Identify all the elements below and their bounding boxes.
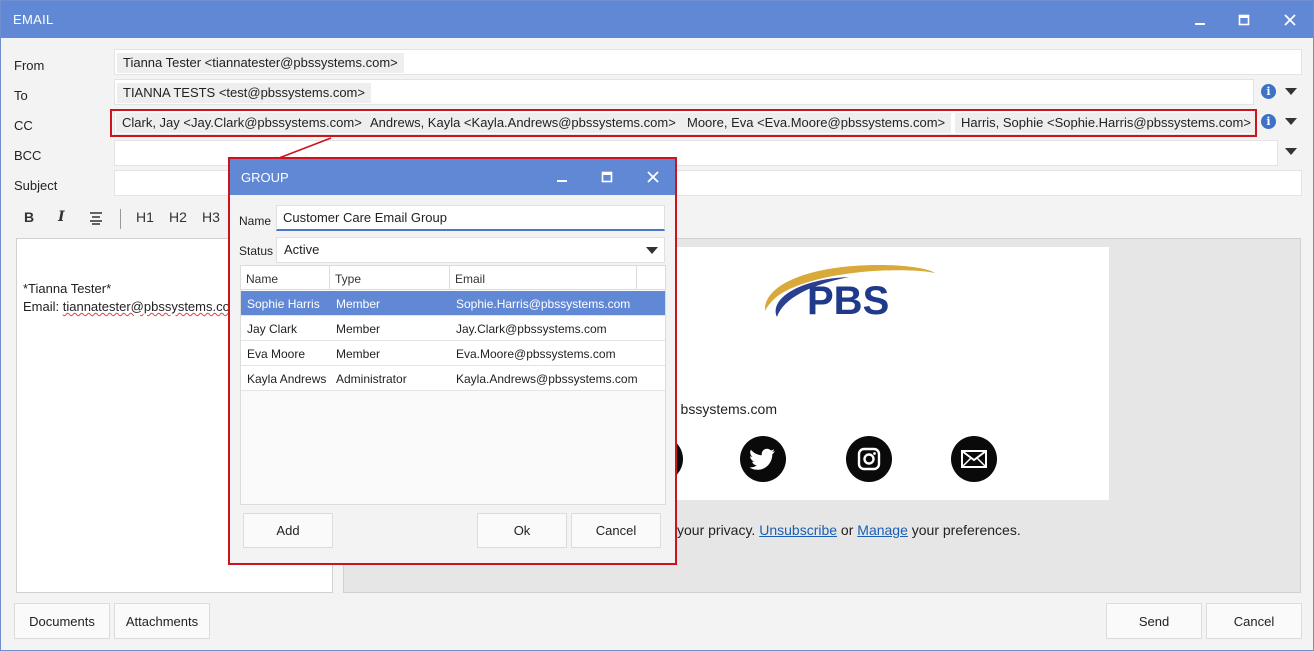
group-title-bar: GROUP	[230, 159, 675, 195]
table-row[interactable]: Sophie Harris Member Sophie.Harris@pbssy…	[241, 291, 665, 316]
group-dialog: GROUP Name Customer Care Email Group Sta…	[228, 157, 677, 565]
column-header-name[interactable]: Name	[246, 272, 278, 286]
bold-button[interactable]: B	[24, 209, 34, 225]
editor-line-name: *Tianna Tester*	[23, 281, 112, 296]
preview-email-fragment: bssystems.com	[680, 401, 777, 417]
row-email: Jay.Clark@pbssystems.com	[456, 322, 607, 336]
subject-label: Subject	[14, 178, 58, 193]
to-dropdown-icon[interactable]	[1285, 88, 1297, 95]
documents-button[interactable]: Documents	[14, 603, 110, 639]
group-name-input[interactable]: Customer Care Email Group	[276, 205, 665, 231]
cancel-button[interactable]: Cancel	[1206, 603, 1302, 639]
group-close-icon[interactable]	[642, 166, 664, 188]
to-label: To	[14, 88, 28, 103]
grid-header: Name Type Email	[241, 266, 665, 290]
group-name-value: Customer Care Email Group	[283, 210, 447, 225]
to-chip[interactable]: TIANNA TESTS <test@pbssystems.com>	[117, 83, 371, 103]
column-header-type[interactable]: Type	[335, 272, 361, 286]
pbs-logo: PBS	[764, 265, 935, 323]
maximize-icon[interactable]	[1233, 9, 1255, 31]
h2-button[interactable]: H2	[169, 209, 187, 225]
row-type: Member	[336, 347, 381, 361]
group-minimize-icon[interactable]	[551, 166, 573, 188]
column-separator	[449, 266, 450, 290]
row-name: Jay Clark	[247, 322, 298, 336]
from-chip[interactable]: Tianna Tester <tiannatester@pbssystems.c…	[117, 53, 404, 73]
editor-email-value: tiannatester@pbssystems.co	[62, 299, 230, 314]
to-field[interactable]: TIANNA TESTS <test@pbssystems.com>	[114, 79, 1254, 105]
status-dropdown-icon[interactable]	[646, 247, 658, 254]
align-center-icon[interactable]	[89, 211, 103, 228]
group-maximize-icon[interactable]	[596, 166, 618, 188]
group-name-label: Name	[239, 214, 272, 228]
cc-dropdown-icon[interactable]	[1285, 118, 1297, 125]
mail-icon[interactable]	[951, 436, 997, 482]
table-row[interactable]: Jay Clark Member Jay.Clark@pbssystems.co…	[241, 316, 665, 341]
row-type: Member	[336, 297, 381, 311]
callout-connector	[278, 137, 332, 159]
row-name: Sophie Harris	[247, 297, 320, 311]
pbs-logo-text: PBS	[807, 279, 889, 323]
send-button[interactable]: Send	[1106, 603, 1202, 639]
twitter-icon[interactable]	[740, 436, 786, 482]
group-cancel-button[interactable]: Cancel	[571, 513, 661, 548]
row-email: Eva.Moore@pbssystems.com	[456, 347, 616, 361]
preview-card: PBS bssystems.com	[660, 247, 1109, 500]
footer-prefix: your privacy.	[677, 522, 760, 538]
attachments-button[interactable]: Attachments	[114, 603, 210, 639]
row-email: Sophie.Harris@pbssystems.com	[456, 297, 631, 311]
column-header-email[interactable]: Email	[455, 272, 485, 286]
group-add-button[interactable]: Add	[243, 513, 333, 548]
bcc-label: BCC	[14, 148, 42, 163]
footer-suffix: your preferences.	[907, 522, 1021, 538]
row-name: Eva Moore	[247, 347, 306, 361]
from-label: From	[14, 58, 45, 73]
members-grid: Name Type Email Sophie Harris Member Sop…	[240, 265, 666, 505]
title-bar: EMAIL	[1, 1, 1313, 38]
group-status-value: Active	[284, 242, 320, 257]
h3-button[interactable]: H3	[202, 209, 220, 225]
from-field[interactable]: Tianna Tester <tiannatester@pbssystems.c…	[114, 49, 1302, 75]
h1-button[interactable]: H1	[136, 209, 154, 225]
cc-highlight-box	[110, 109, 1257, 137]
row-name: Kayla Andrews	[247, 372, 327, 386]
editor-line-email: Email: tiannatester@pbssystems.co	[23, 299, 230, 314]
group-status-label: Status	[239, 244, 274, 258]
unsubscribe-link[interactable]: Unsubscribe	[759, 522, 837, 538]
row-type: Administrator	[336, 372, 407, 386]
cc-label: CC	[14, 118, 33, 133]
column-separator	[636, 266, 637, 290]
toolbar-separator	[120, 209, 121, 229]
column-separator	[329, 266, 330, 290]
row-type: Member	[336, 322, 381, 336]
email-window: EMAIL From Tianna Tester <tiannatester@p…	[0, 0, 1314, 651]
instagram-icon[interactable]	[846, 436, 892, 482]
minimize-icon[interactable]	[1189, 9, 1211, 31]
cc-info-icon[interactable]: i	[1261, 114, 1276, 129]
footer-or: or	[837, 522, 858, 538]
group-status-select[interactable]: Active	[276, 237, 665, 263]
group-title: GROUP	[241, 170, 289, 185]
window-title: EMAIL	[13, 12, 54, 27]
editor-email-prefix: Email:	[23, 299, 63, 314]
italic-button[interactable]: I	[58, 209, 65, 225]
to-info-icon[interactable]: i	[1261, 84, 1276, 99]
table-row[interactable]: Eva Moore Member Eva.Moore@pbssystems.co…	[241, 341, 665, 366]
table-row[interactable]: Kayla Andrews Administrator Kayla.Andrew…	[241, 366, 665, 391]
row-email: Kayla.Andrews@pbssystems.com	[456, 372, 638, 386]
preview-footer: your privacy. Unsubscribe or Manage your…	[677, 522, 1021, 538]
group-ok-button[interactable]: Ok	[477, 513, 567, 548]
bcc-dropdown-icon[interactable]	[1285, 148, 1297, 155]
close-icon[interactable]	[1279, 9, 1301, 31]
manage-link[interactable]: Manage	[857, 522, 908, 538]
